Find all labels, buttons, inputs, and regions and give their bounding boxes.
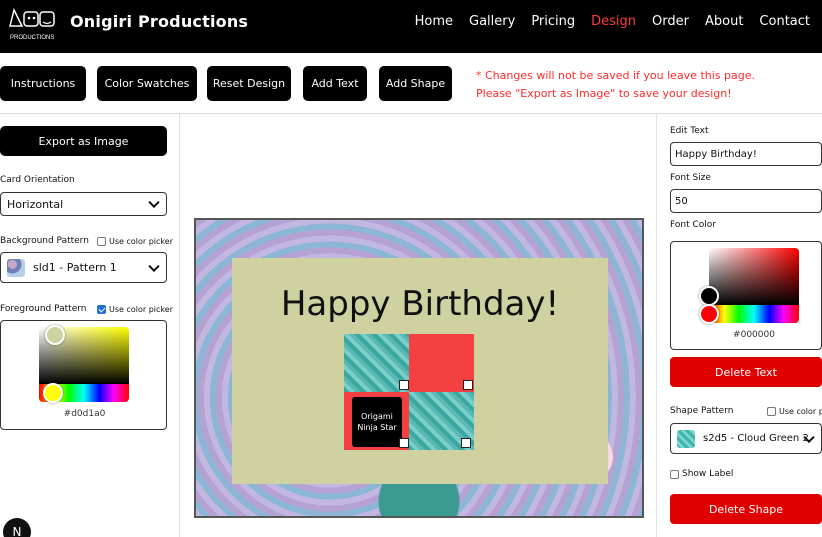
save-warning-line2: Please "Export as Image" to save your de… xyxy=(476,87,732,100)
background-pattern-label: Background Pattern xyxy=(0,236,89,246)
delete-text-button[interactable]: Delete Text xyxy=(670,357,822,387)
instructions-button[interactable]: Instructions xyxy=(0,66,86,101)
resize-handle[interactable] xyxy=(399,438,409,448)
nav-order[interactable]: Order xyxy=(652,14,689,29)
resize-handle[interactable] xyxy=(399,380,409,390)
brand-name[interactable]: Onigiri Productions xyxy=(70,12,248,31)
save-warning: * Changes will not be saved if you leave… xyxy=(476,67,755,103)
card-orientation-select[interactable]: Horizontal xyxy=(0,192,167,216)
svg-text:PRODUCTIONS: PRODUCTIONS xyxy=(10,35,54,41)
saturation-area[interactable] xyxy=(709,248,799,305)
pattern-thumbnail-icon xyxy=(677,429,695,448)
shape-pattern-value: s2d5 - Cloud Green 2 xyxy=(703,433,809,444)
font-size-label: Font Size xyxy=(670,173,711,183)
shape-use-color-picker-checkbox[interactable]: Use color picker xyxy=(767,407,822,416)
shape-label: Origami Ninja Star xyxy=(352,397,402,447)
foreground-hex-value: #d0d1a0 xyxy=(63,409,106,419)
edit-text-label: Edit Text xyxy=(670,126,709,136)
chevron-down-icon xyxy=(148,260,160,272)
edit-text-input[interactable]: Happy Birthday! xyxy=(670,142,822,166)
resize-handle[interactable] xyxy=(463,380,473,390)
card-title-text[interactable]: Happy Birthday! xyxy=(232,284,608,324)
checkbox-box xyxy=(97,237,106,246)
chevron-down-icon xyxy=(148,196,160,209)
font-color-picker: #000000 xyxy=(670,241,822,350)
main-nav: Home Gallery Pricing Design Order About … xyxy=(399,14,810,29)
background-pattern-select[interactable]: sld1 - Pattern 1 xyxy=(0,252,167,283)
shape-pattern-select[interactable]: s2d5 - Cloud Green 2 xyxy=(670,423,822,454)
checkbox-box xyxy=(767,407,776,416)
nav-pricing[interactable]: Pricing xyxy=(531,14,575,29)
delete-shape-button[interactable]: Delete Shape xyxy=(670,494,822,524)
nav-design[interactable]: Design xyxy=(591,14,636,29)
shape-use-color-picker-label: Use color picker xyxy=(779,407,822,416)
navbar: PRODUCTIONS Onigiri Productions Home Gal… xyxy=(0,0,822,53)
shape-pattern-label: Shape Pattern xyxy=(670,406,734,416)
design-canvas[interactable]: Happy Birthday! Origami Ninja Star xyxy=(194,218,644,518)
font-color-hex-value: #000000 xyxy=(733,330,775,340)
pattern-thumbnail-icon xyxy=(7,258,25,277)
foreground-color-picker: #d0d1a0 xyxy=(0,320,167,430)
card-orientation-label: Card Orientation xyxy=(0,175,75,185)
color-swatches-button[interactable]: Color Swatches xyxy=(97,66,197,101)
saturation-handle[interactable] xyxy=(699,286,719,306)
reset-design-button[interactable]: Reset Design xyxy=(207,66,291,101)
onigiri-logo-icon[interactable]: PRODUCTIONS xyxy=(8,6,58,42)
card-orientation-value: Horizontal xyxy=(7,197,64,211)
checkbox-box xyxy=(670,469,679,479)
bg-use-color-picker-checkbox[interactable]: Use color picker xyxy=(97,237,173,246)
save-warning-line1: * Changes will not be saved if you leave… xyxy=(476,69,755,82)
fg-use-color-picker-label: Use color picker xyxy=(109,305,173,314)
font-color-label: Font Color xyxy=(670,220,716,230)
bg-use-color-picker-label: Use color picker xyxy=(109,237,173,246)
show-label-text: Show Label xyxy=(682,469,734,479)
nav-home[interactable]: Home xyxy=(415,14,453,29)
hue-handle[interactable] xyxy=(699,304,719,324)
hue-slider[interactable] xyxy=(709,305,799,323)
checkbox-box-checked xyxy=(97,305,106,314)
add-shape-button[interactable]: Add Shape xyxy=(379,66,452,101)
edit-text-value: Happy Birthday! xyxy=(675,148,757,160)
background-pattern-value: sld1 - Pattern 1 xyxy=(33,261,117,274)
add-text-button[interactable]: Add Text xyxy=(303,66,367,101)
export-image-button[interactable]: Export as Image xyxy=(0,126,167,156)
font-size-input[interactable]: 50 xyxy=(670,189,822,213)
resize-handle[interactable] xyxy=(461,438,471,448)
nav-contact[interactable]: Contact xyxy=(759,14,810,29)
saturation-handle[interactable] xyxy=(45,325,65,345)
font-size-value: 50 xyxy=(675,195,688,207)
foreground-pattern-label: Foreground Pattern xyxy=(0,304,87,314)
nav-about[interactable]: About xyxy=(705,14,743,29)
nav-gallery[interactable]: Gallery xyxy=(469,14,515,29)
fg-use-color-picker-checkbox[interactable]: Use color picker xyxy=(97,305,173,314)
hue-handle[interactable] xyxy=(43,383,63,403)
show-label-checkbox[interactable]: Show Label xyxy=(670,469,733,479)
